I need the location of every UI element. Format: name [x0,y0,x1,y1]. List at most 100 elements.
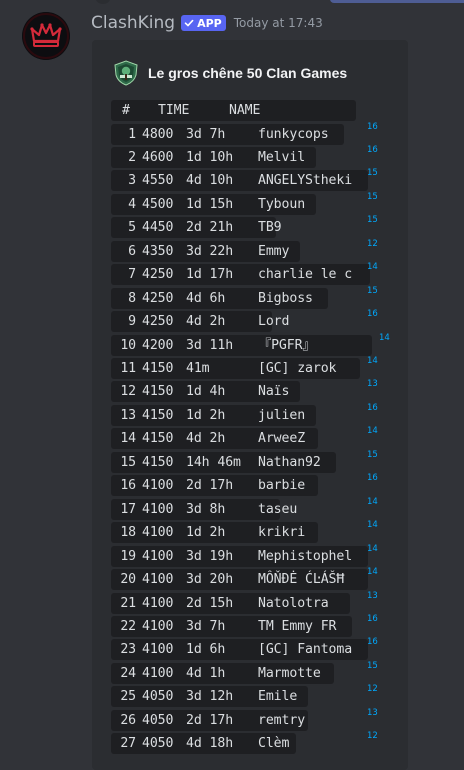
row-name: TB9 [258,220,282,236]
row-name: remtry [258,712,306,728]
row-time: 2d 17h [186,478,234,494]
row-score: 4150 [142,361,174,376]
leaderboard-row-code: 1 4800 3d 7h funkycops [111,123,344,145]
leaderboard-row-code: 26 4050 2d 17h remtry [111,709,308,731]
row-name: Mephistophel [258,548,353,564]
leaderboard-row-code: 17 4100 3d 8h taseu [111,498,297,520]
row-score: 4150 [142,454,174,470]
row-time: 4d 18h [186,736,234,752]
row-townhall-superscript: 16 [367,121,378,132]
row-name: Natolotra [258,595,329,611]
row-rank: 15 [120,454,136,470]
row-time: 1d 2h [186,407,226,423]
row-townhall-superscript: 16 [367,309,378,320]
leaderboard-header-code: # TIME NAME [111,100,356,121]
embed-title: Le gros chêne 50 Clan Games [148,65,348,81]
leaderboard-row-code: 23 4100 1d 6h [GC] Fantoma [111,639,368,661]
row-score: 4800 [142,126,174,142]
row-name: julien [258,407,306,423]
leaderboard-row-code: 14 4150 4d 2h ArweeZ [111,428,318,450]
leaderboard-row-code: 21 4100 2d 15h Natolotra [111,592,350,614]
row-time: 4d 2h [186,431,226,447]
row-name: funkycops [258,126,329,142]
row-score: 4500 [142,196,174,212]
row-townhall-superscript: 15 [367,660,378,671]
row-rank: 12 [120,384,136,400]
row-score: 4600 [142,149,174,165]
message-timestamp[interactable]: Today at 17:43 [234,16,323,30]
row-score: 4250 [142,314,174,330]
row-score: 4100 [142,642,174,658]
row-time: 3d 8h [186,501,226,517]
row-name: Emmy [258,243,290,259]
row-time: 3d 22h [186,243,234,259]
row-townhall-superscript: 14 [367,567,378,578]
row-time: 1d 10h [186,149,234,165]
header-rank: # [122,103,130,118]
row-rank: 2 [128,149,136,165]
app-badge-label: APP [197,16,222,30]
leaderboard-row-code: 22 4100 3d 7h TM Emmy FR [111,615,352,637]
leaderboard-row-code: 24 4100 4d 1h Marmotte [111,662,334,684]
row-rank: 6 [128,243,136,259]
row-name: Marmotte [258,665,321,681]
row-name: Bigboss [258,290,313,306]
row-townhall-superscript: 16 [367,637,378,648]
row-score: 4050 [142,712,174,728]
row-name: TM Emmy FR [258,618,337,634]
row-score: 4150 [142,431,174,447]
leaderboard-row-code: 5 4450 2d 21h TB9 [111,217,282,239]
leaderboard-row-code: 8 4250 4d 6h Bigboss [111,287,328,309]
row-townhall-superscript: 15 [367,285,378,296]
row-name: Emile [258,689,298,705]
row-time: 1d 2h [186,525,226,541]
leaderboard-row-code: 27 4050 4d 18h Clèm [111,733,296,755]
row-rank: 16 [120,478,136,494]
leaderboard-row-code: 25 4050 3d 12h Emile [111,686,308,708]
leaderboard-row-code: 4 4500 1d 15h Tyboun [111,193,316,215]
row-time: 14h 46m [186,454,241,470]
previous-button-edge [330,0,464,3]
row-name: [GC] zarok [258,361,337,376]
row-time: 2d 21h [186,220,234,236]
row-townhall-superscript: 15 [367,191,378,202]
row-name: barbie [258,478,306,494]
row-time: 4d 2h [186,314,226,330]
leaderboard-row-code: 9 4250 4d 2h Lord [111,311,289,333]
row-score: 4100 [142,572,174,588]
row-rank: 3 [128,173,136,189]
avatar[interactable] [22,12,70,60]
row-time: 4d 10h [186,173,234,189]
row-name: Tyboun [258,196,306,212]
row-townhall-superscript: 14 [367,543,378,554]
row-score: 4350 [142,243,174,259]
check-icon [184,19,194,27]
row-time: 3d 20h [186,572,234,588]
row-score: 4250 [142,290,174,306]
row-townhall-superscript: 14 [367,356,378,366]
row-name: [GC] Fantoma [258,642,353,658]
author-username[interactable]: ClashKing [91,13,175,33]
row-score: 4150 [142,407,174,423]
row-name: MÔŇĐĖ ĆĿÁŠĦ [258,572,345,588]
row-time: 1d 15h [186,196,234,212]
row-rank: 20 [120,572,136,588]
row-rank: 8 [128,290,136,306]
row-rank: 10 [120,337,136,353]
row-townhall-superscript: 14 [379,332,390,343]
row-score: 4100 [142,501,174,517]
row-name: 『PGFR』 [258,337,316,353]
row-score: 4200 [142,337,174,353]
row-score: 4050 [142,736,174,752]
clan-badge-icon [113,60,139,86]
row-name: ArweeZ [258,431,306,447]
row-name: ANGELYStheki [258,173,353,189]
row-townhall-superscript: 14 [367,262,378,273]
row-time: 1d 4h [186,384,226,400]
row-rank: 23 [120,642,136,658]
row-townhall-superscript: 12 [367,684,378,695]
row-score: 4100 [142,595,174,611]
previous-message-edge [0,0,464,6]
row-townhall-superscript: 13 [367,707,378,718]
row-rank: 13 [120,407,136,423]
